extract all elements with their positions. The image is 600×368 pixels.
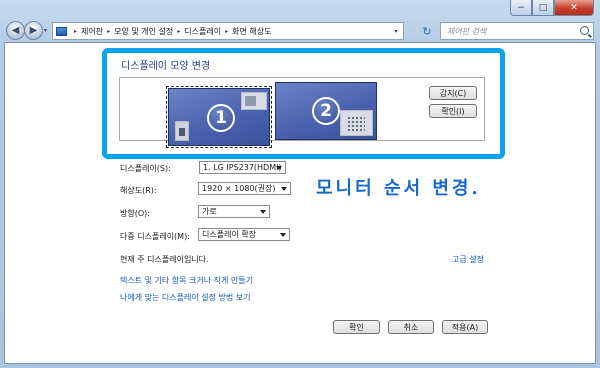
multi-display-select[interactable]: 디스플레이 확장 bbox=[198, 228, 290, 241]
multi-display-select-value: 디스플레이 확장 bbox=[202, 230, 257, 239]
display-select-value: 1. LG IPS237(HDMI) bbox=[203, 163, 282, 172]
forward-button[interactable]: ▶ bbox=[24, 21, 43, 40]
refresh-button[interactable]: ↻ bbox=[416, 22, 438, 40]
orientation-select-value: 가로 bbox=[202, 207, 217, 216]
recent-pages-dropdown[interactable]: ▾ bbox=[44, 27, 47, 34]
resolution-select[interactable]: 1920 × 1080(권장) bbox=[198, 182, 291, 195]
window-controls: − □ ✕ bbox=[510, 0, 594, 16]
breadcrumb-appearance[interactable]: 모양 및 개인 설정 bbox=[114, 26, 173, 37]
display-help-link[interactable]: 나에게 맞는 디스플레이 설정 방법 보기 bbox=[120, 292, 250, 303]
maximize-button[interactable]: □ bbox=[532, 0, 554, 16]
close-button[interactable]: ✕ bbox=[554, 0, 594, 16]
breadcrumb-separator-icon[interactable]: ▸ bbox=[177, 28, 180, 35]
minimize-button[interactable]: − bbox=[510, 0, 532, 16]
resolution-label: 해상도(R): bbox=[120, 186, 157, 195]
display-select[interactable]: 1. LG IPS237(HDMI) bbox=[199, 161, 286, 174]
window-frame: − □ ✕ ◀ ▶ ▾ ▸ 제어판 ▸ 모양 및 개인 설정 ▸ 디스플레이 ▸… bbox=[0, 0, 600, 368]
breadcrumb-control-panel[interactable]: 제어판 bbox=[81, 26, 103, 37]
search-input[interactable]: 제어판 검색 bbox=[440, 22, 594, 40]
arrow-right-icon: ▶ bbox=[29, 25, 38, 36]
orientation-select[interactable]: 가로 bbox=[198, 205, 270, 218]
highlight-box bbox=[102, 48, 505, 159]
address-bar[interactable]: ▸ 제어판 ▸ 모양 및 개인 설정 ▸ 디스플레이 ▸ 화면 해상도 ▾ bbox=[52, 22, 404, 40]
breadcrumb-screen-resolution[interactable]: 화면 해상도 bbox=[232, 26, 271, 37]
breadcrumb-root-chevron-icon[interactable]: ▸ bbox=[74, 28, 77, 35]
current-display-status: 현재 주 디스플레이입니다. bbox=[120, 255, 209, 264]
arrow-left-icon: ◀ bbox=[11, 25, 20, 36]
chevron-down-icon bbox=[280, 233, 286, 237]
annotation-text: 모니터 순서 변경. bbox=[316, 178, 481, 199]
text-size-link[interactable]: 텍스트 및 기타 항목 크거나 작게 만들기 bbox=[120, 275, 253, 286]
breadcrumb-separator-icon[interactable]: ▸ bbox=[107, 28, 110, 35]
chevron-down-icon bbox=[260, 210, 266, 214]
advanced-settings-link[interactable]: 고급 설정 bbox=[452, 254, 484, 265]
breadcrumb-display[interactable]: 디스플레이 bbox=[184, 26, 221, 37]
address-dropdown-icon[interactable]: ▾ bbox=[389, 23, 403, 39]
display-label: 디스플레이(S): bbox=[120, 164, 171, 173]
resolution-select-value: 1920 × 1080(권장) bbox=[202, 184, 276, 193]
search-icon[interactable] bbox=[580, 26, 589, 35]
refresh-icon: ↻ bbox=[422, 24, 432, 38]
search-placeholder: 제어판 검색 bbox=[447, 26, 487, 36]
apply-button[interactable]: 적용(A) bbox=[442, 320, 488, 334]
orientation-label: 방향(O): bbox=[120, 209, 150, 218]
back-button[interactable]: ◀ bbox=[6, 21, 25, 40]
control-panel-icon bbox=[56, 26, 67, 36]
chevron-down-icon bbox=[276, 166, 282, 170]
breadcrumb-separator-icon[interactable]: ▸ bbox=[225, 28, 228, 35]
multi-display-label: 다중 디스플레이(M): bbox=[120, 232, 190, 241]
ok-button[interactable]: 확인 bbox=[333, 320, 380, 334]
cancel-button[interactable]: 취소 bbox=[388, 320, 434, 334]
chevron-down-icon bbox=[281, 187, 287, 191]
